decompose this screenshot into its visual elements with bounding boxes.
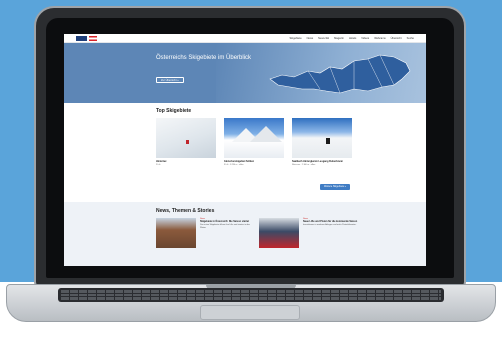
ski-area-image xyxy=(156,118,216,158)
ski-area-image xyxy=(292,118,352,158)
more-ski-areas-button[interactable]: Weitere Skigebiete » xyxy=(320,184,351,190)
card-meta: 2 Lift xyxy=(156,164,161,166)
news-item[interactable]: News Skigebiete in Österreich: Die Saiso… xyxy=(156,218,256,248)
nav-link[interactable]: News xyxy=(307,37,314,40)
nav-link[interactable]: Suche xyxy=(407,37,414,40)
nav-link[interactable]: Videos xyxy=(361,37,369,40)
card-title: Hintertux xyxy=(156,160,167,163)
card-title: Gletscherskigebiet Sölden xyxy=(224,160,255,163)
news-image xyxy=(156,218,196,248)
overview-button[interactable]: Zur Übersicht » xyxy=(156,77,184,83)
nav-links: Skigebiete News News-Ski Magazin Hotels … xyxy=(290,37,414,40)
nav-link[interactable]: Magazin xyxy=(334,37,344,40)
nav-link[interactable]: Übersicht xyxy=(391,37,402,40)
nav-link[interactable]: News-Ski xyxy=(318,37,329,40)
hero-title: Österreichs Skigebiete im Überblick xyxy=(156,55,252,61)
news-heading: News, Themen & Stories xyxy=(156,208,215,214)
ski-area-card[interactable]: Hintertux 2 Lift xyxy=(156,118,216,166)
nav-link[interactable]: Webcams xyxy=(374,37,385,40)
website-screen: Skigebiete News News-Ski Magazin Hotels … xyxy=(64,34,426,266)
card-meta: 3 Lift · 3.250 m · offen xyxy=(224,164,244,166)
trackpad xyxy=(200,305,300,320)
flag-icon xyxy=(89,35,97,41)
nav-link[interactable]: Hotels xyxy=(349,37,356,40)
top-ski-areas-heading: Top Skigebiete xyxy=(156,108,192,114)
news-image xyxy=(259,218,299,248)
austria-map-icon xyxy=(269,54,411,94)
ski-area-card[interactable]: Gletscherskigebiet Sölden 3 Lift · 3.250… xyxy=(224,118,284,166)
site-logo[interactable] xyxy=(76,35,87,41)
hero-banner: Österreichs Skigebiete im Überblick Zur … xyxy=(64,43,426,103)
ski-area-image xyxy=(224,118,284,158)
news-item[interactable]: News Neue Lifte und Pisten für die komme… xyxy=(259,218,359,248)
nav-link[interactable]: Skigebiete xyxy=(290,37,302,40)
ski-area-card[interactable]: Saalbach Hinterglemm Leogang Fieberbrunn… xyxy=(292,118,352,166)
top-navigation: Skigebiete News News-Ski Magazin Hotels … xyxy=(64,34,426,43)
card-title: Saalbach Hinterglemm Leogang Fieberbrunn xyxy=(292,160,344,163)
card-meta: Skicircus · 2.100 m · offen xyxy=(292,164,316,166)
keyboard xyxy=(58,288,444,302)
